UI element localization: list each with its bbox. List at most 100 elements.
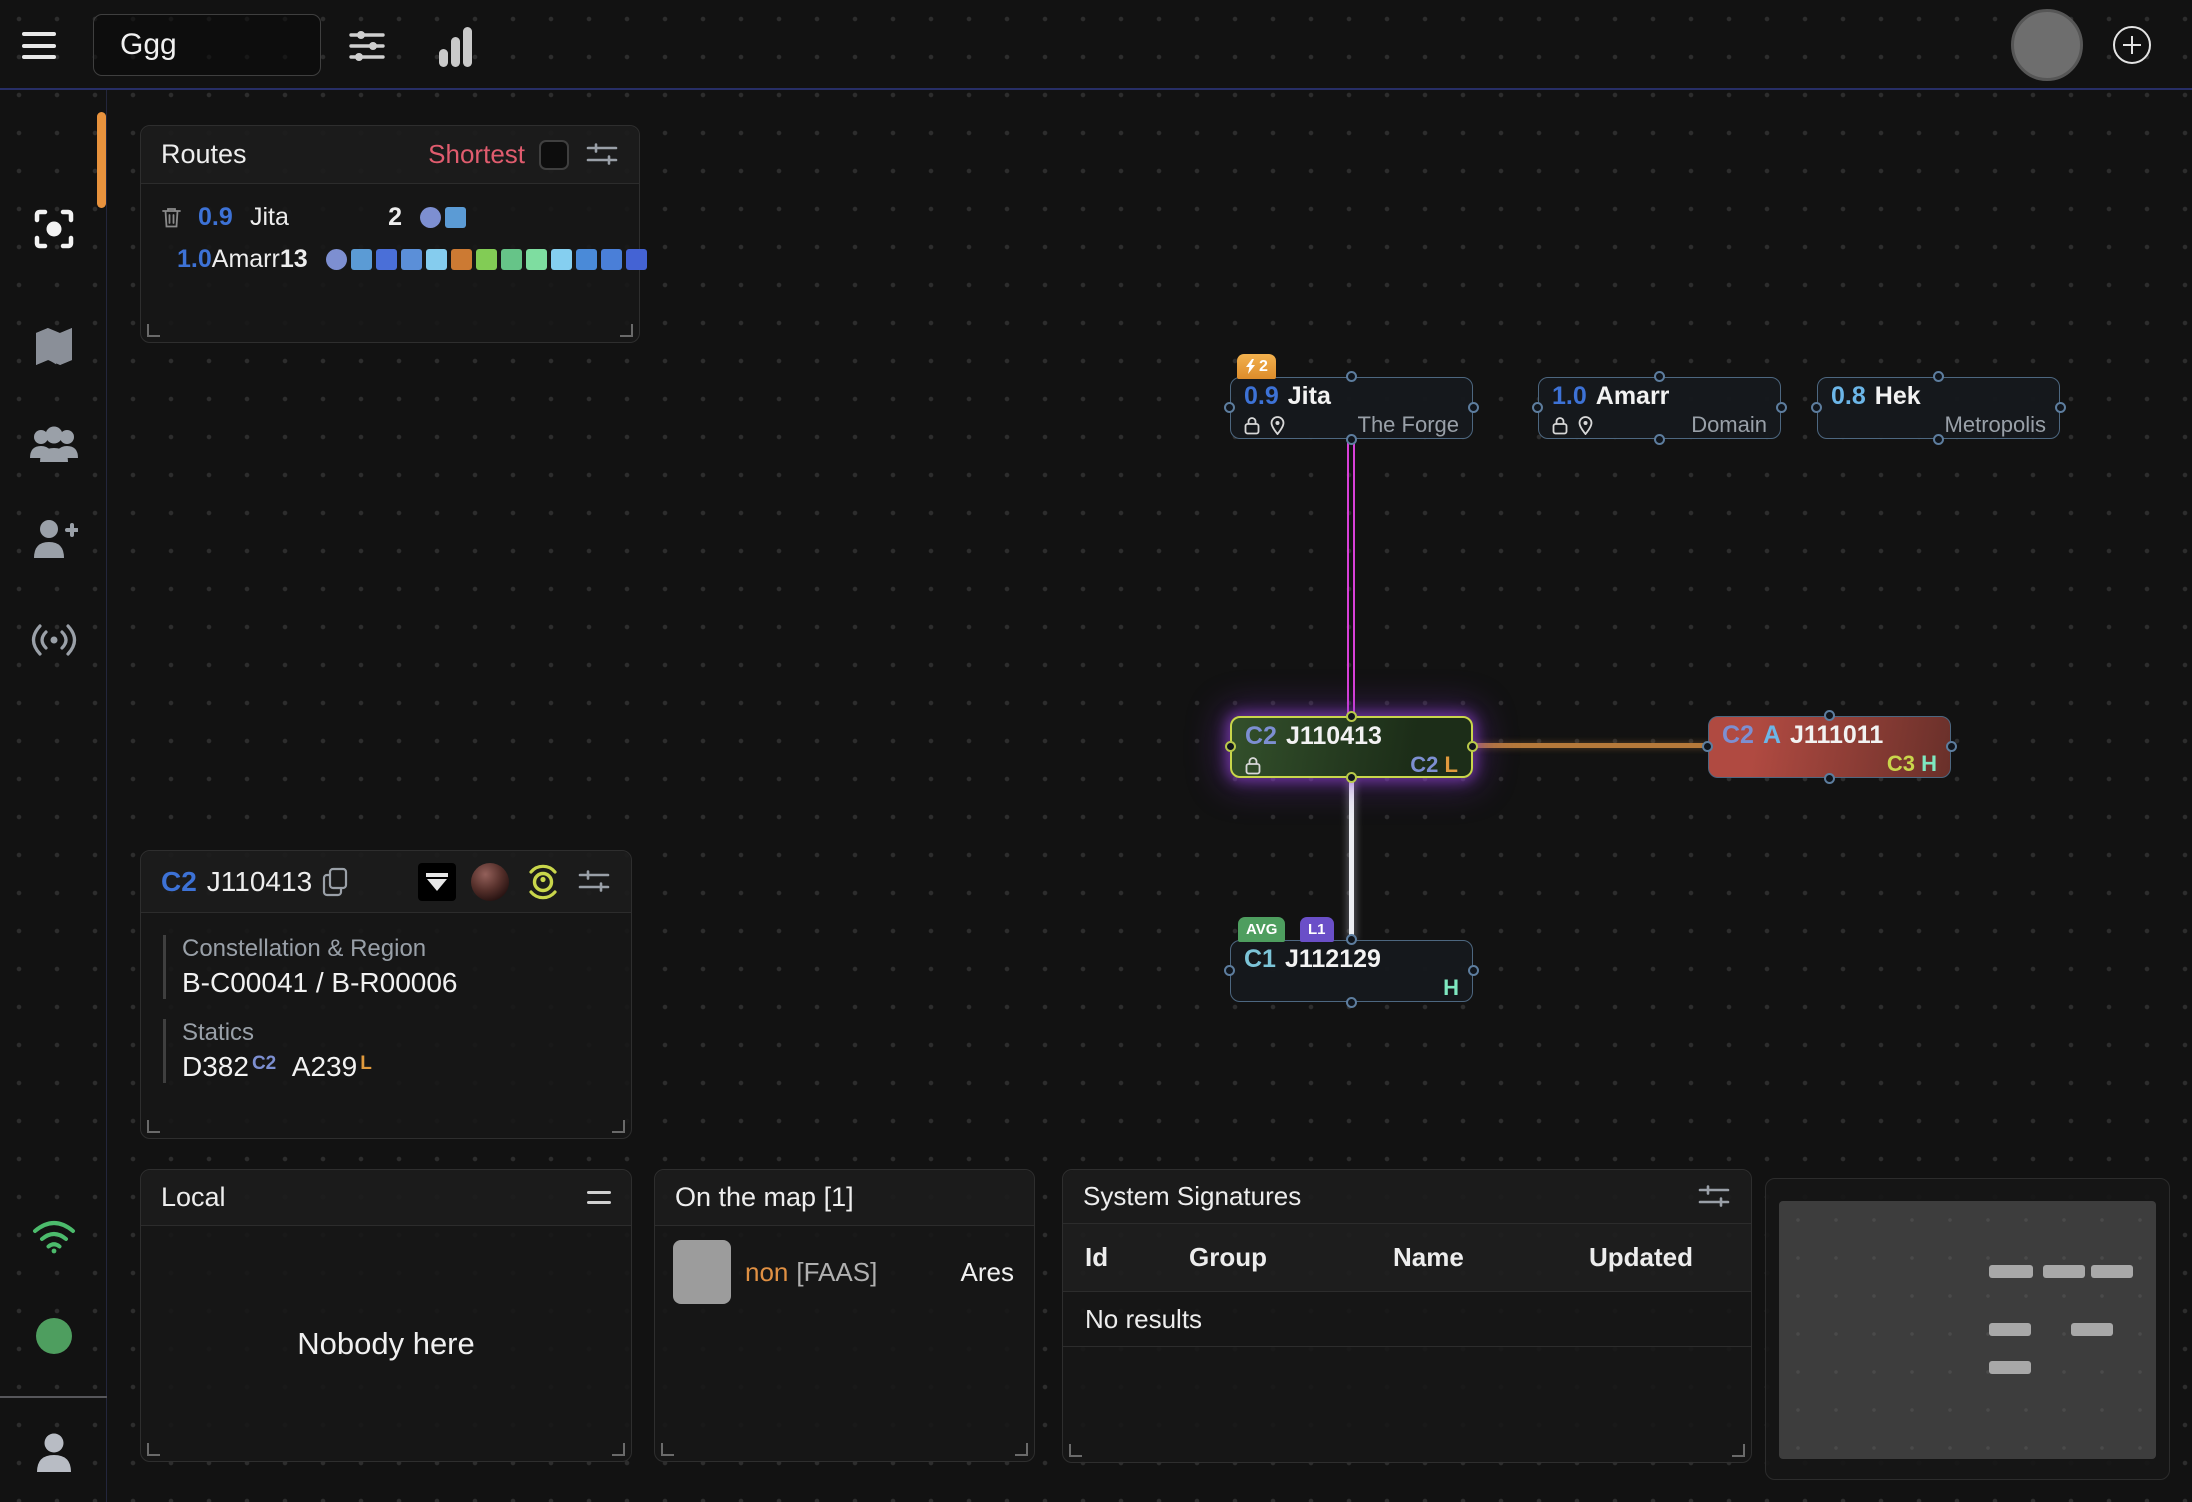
minimap-panel[interactable] [1765, 1178, 2170, 1480]
signatures-settings-icon[interactable] [1697, 1182, 1731, 1212]
signatures-header: System Signatures [1063, 1170, 1751, 1224]
column-id[interactable]: Id [1085, 1242, 1189, 1273]
menu-icon[interactable] [22, 32, 56, 59]
connection-jita-j110413[interactable] [1347, 441, 1355, 716]
copy-icon[interactable] [322, 867, 348, 897]
lock-icon [1552, 416, 1568, 435]
node-handle[interactable] [1346, 434, 1357, 445]
node-handle[interactable] [1224, 965, 1235, 976]
resize-grip[interactable] [612, 1120, 625, 1133]
track-character-icon[interactable] [0, 206, 107, 252]
route-jump-mark [601, 249, 622, 270]
system-node-hek[interactable]: 0.8Hek Metropolis [1817, 377, 2060, 439]
add-character-icon[interactable] [0, 518, 107, 562]
column-updated[interactable]: Updated [1589, 1242, 1693, 1273]
status-dot [0, 1317, 107, 1355]
on-the-map-panel: On the map [1] non[FAAS] Ares [654, 1169, 1035, 1462]
map-name-input[interactable] [93, 14, 321, 76]
node-handle[interactable] [1824, 773, 1835, 784]
node-handle[interactable] [1346, 934, 1357, 945]
shortest-label[interactable]: Shortest [428, 139, 525, 170]
route-jump-mark [501, 249, 522, 270]
node-handle[interactable] [1776, 402, 1787, 413]
connection-j110413-j112129[interactable] [1349, 778, 1354, 941]
system-node-amarr[interactable]: 1.0Amarr Domain [1538, 377, 1781, 439]
delete-route-icon[interactable] [161, 206, 182, 229]
info-settings-icon[interactable] [577, 867, 611, 897]
minimap-viewport[interactable] [1779, 1201, 2156, 1459]
wormhole-effect-icon[interactable] [418, 863, 456, 901]
resize-grip[interactable] [1732, 1444, 1745, 1457]
section-label: Constellation & Region [182, 935, 609, 963]
local-menu-icon[interactable] [587, 1191, 611, 1204]
node-handle[interactable] [2055, 402, 2066, 413]
resize-grip[interactable] [612, 1443, 625, 1456]
resize-grip[interactable] [147, 1443, 160, 1456]
node-handle[interactable] [1346, 772, 1357, 783]
system-name: Hek [1875, 382, 1921, 411]
resize-grip[interactable] [147, 324, 160, 337]
route-row-amarr[interactable]: 1.0 Amarr 13 [141, 238, 639, 280]
filters-icon[interactable] [345, 24, 389, 68]
node-handle[interactable] [1654, 371, 1665, 382]
node-handle[interactable] [1468, 965, 1479, 976]
resize-grip[interactable] [1015, 1443, 1028, 1456]
avatar[interactable] [2011, 9, 2083, 81]
wh-class: C2 [1245, 722, 1277, 751]
route-row-jita[interactable]: 0.9 Jita 2 [141, 196, 639, 238]
map-icon[interactable] [0, 323, 107, 371]
characters-icon[interactable] [0, 422, 107, 468]
node-handle[interactable] [1933, 434, 1944, 445]
node-handle[interactable] [1811, 402, 1822, 413]
column-group[interactable]: Group [1189, 1242, 1393, 1273]
resize-grip[interactable] [661, 1443, 674, 1456]
node-handle[interactable] [1702, 741, 1713, 752]
add-icon[interactable] [2113, 26, 2151, 64]
node-handle[interactable] [1532, 402, 1543, 413]
security-status: 0.8 [1831, 382, 1866, 411]
broadcast-icon[interactable] [0, 618, 107, 662]
node-handle[interactable] [1946, 741, 1957, 752]
node-handle[interactable] [1467, 741, 1478, 752]
resize-grip[interactable] [1069, 1444, 1082, 1457]
node-handle[interactable] [1346, 371, 1357, 382]
node-handle[interactable] [1824, 710, 1835, 721]
node-handle[interactable] [1468, 402, 1479, 413]
routes-settings-icon[interactable] [585, 140, 619, 170]
route-jump-count: 13 [280, 245, 308, 274]
node-handle[interactable] [1654, 434, 1665, 445]
minimap-node-bar [2091, 1265, 2133, 1278]
resize-grip[interactable] [147, 1120, 160, 1133]
system-node-j111011[interactable]: C2AJ111011 C3 H [1708, 716, 1951, 778]
wh-tag: A [1763, 721, 1781, 750]
constellation-region-value: B-C00041 / B-R00006 [182, 967, 609, 999]
statics-value: D382C2 A239L [182, 1051, 609, 1083]
node-handle[interactable] [1346, 711, 1357, 722]
local-title: Local [161, 1182, 226, 1213]
track-target-icon[interactable] [524, 863, 562, 901]
node-handle[interactable] [1224, 402, 1235, 413]
pilot-row[interactable]: non[FAAS] Ares [655, 1226, 1034, 1304]
resize-grip[interactable] [620, 324, 633, 337]
top-bar [0, 0, 2192, 90]
routes-header: Routes Shortest [141, 126, 639, 184]
system-node-j110413-selected[interactable]: C2J110413 C2 L [1230, 716, 1473, 778]
connection-j110413-j111011[interactable] [1473, 743, 1709, 748]
signatures-empty-text: No results [1063, 1292, 1751, 1347]
system-name: J110413 [1286, 722, 1382, 751]
constellation-region-section: Constellation & Region B-C00041 / B-R000… [163, 935, 609, 999]
shortest-checkbox[interactable] [539, 140, 569, 170]
node-handle[interactable] [1933, 371, 1944, 382]
system-node-jita[interactable]: 2 0.9Jita The Forge [1230, 377, 1473, 439]
pilot-portrait[interactable] [673, 1240, 731, 1304]
route-jump-mark [451, 249, 472, 270]
column-name[interactable]: Name [1393, 1242, 1589, 1273]
activity-chart-icon[interactable] [434, 24, 478, 68]
route-jump-mark [401, 249, 422, 270]
node-handle[interactable] [1225, 741, 1236, 752]
system-name: Jita [1288, 382, 1331, 411]
system-thumbnail[interactable] [471, 863, 509, 901]
node-handle[interactable] [1346, 997, 1357, 1008]
user-icon[interactable] [0, 1430, 107, 1476]
system-node-j112129[interactable]: AVG L1 C1J112129 H [1230, 940, 1473, 1002]
